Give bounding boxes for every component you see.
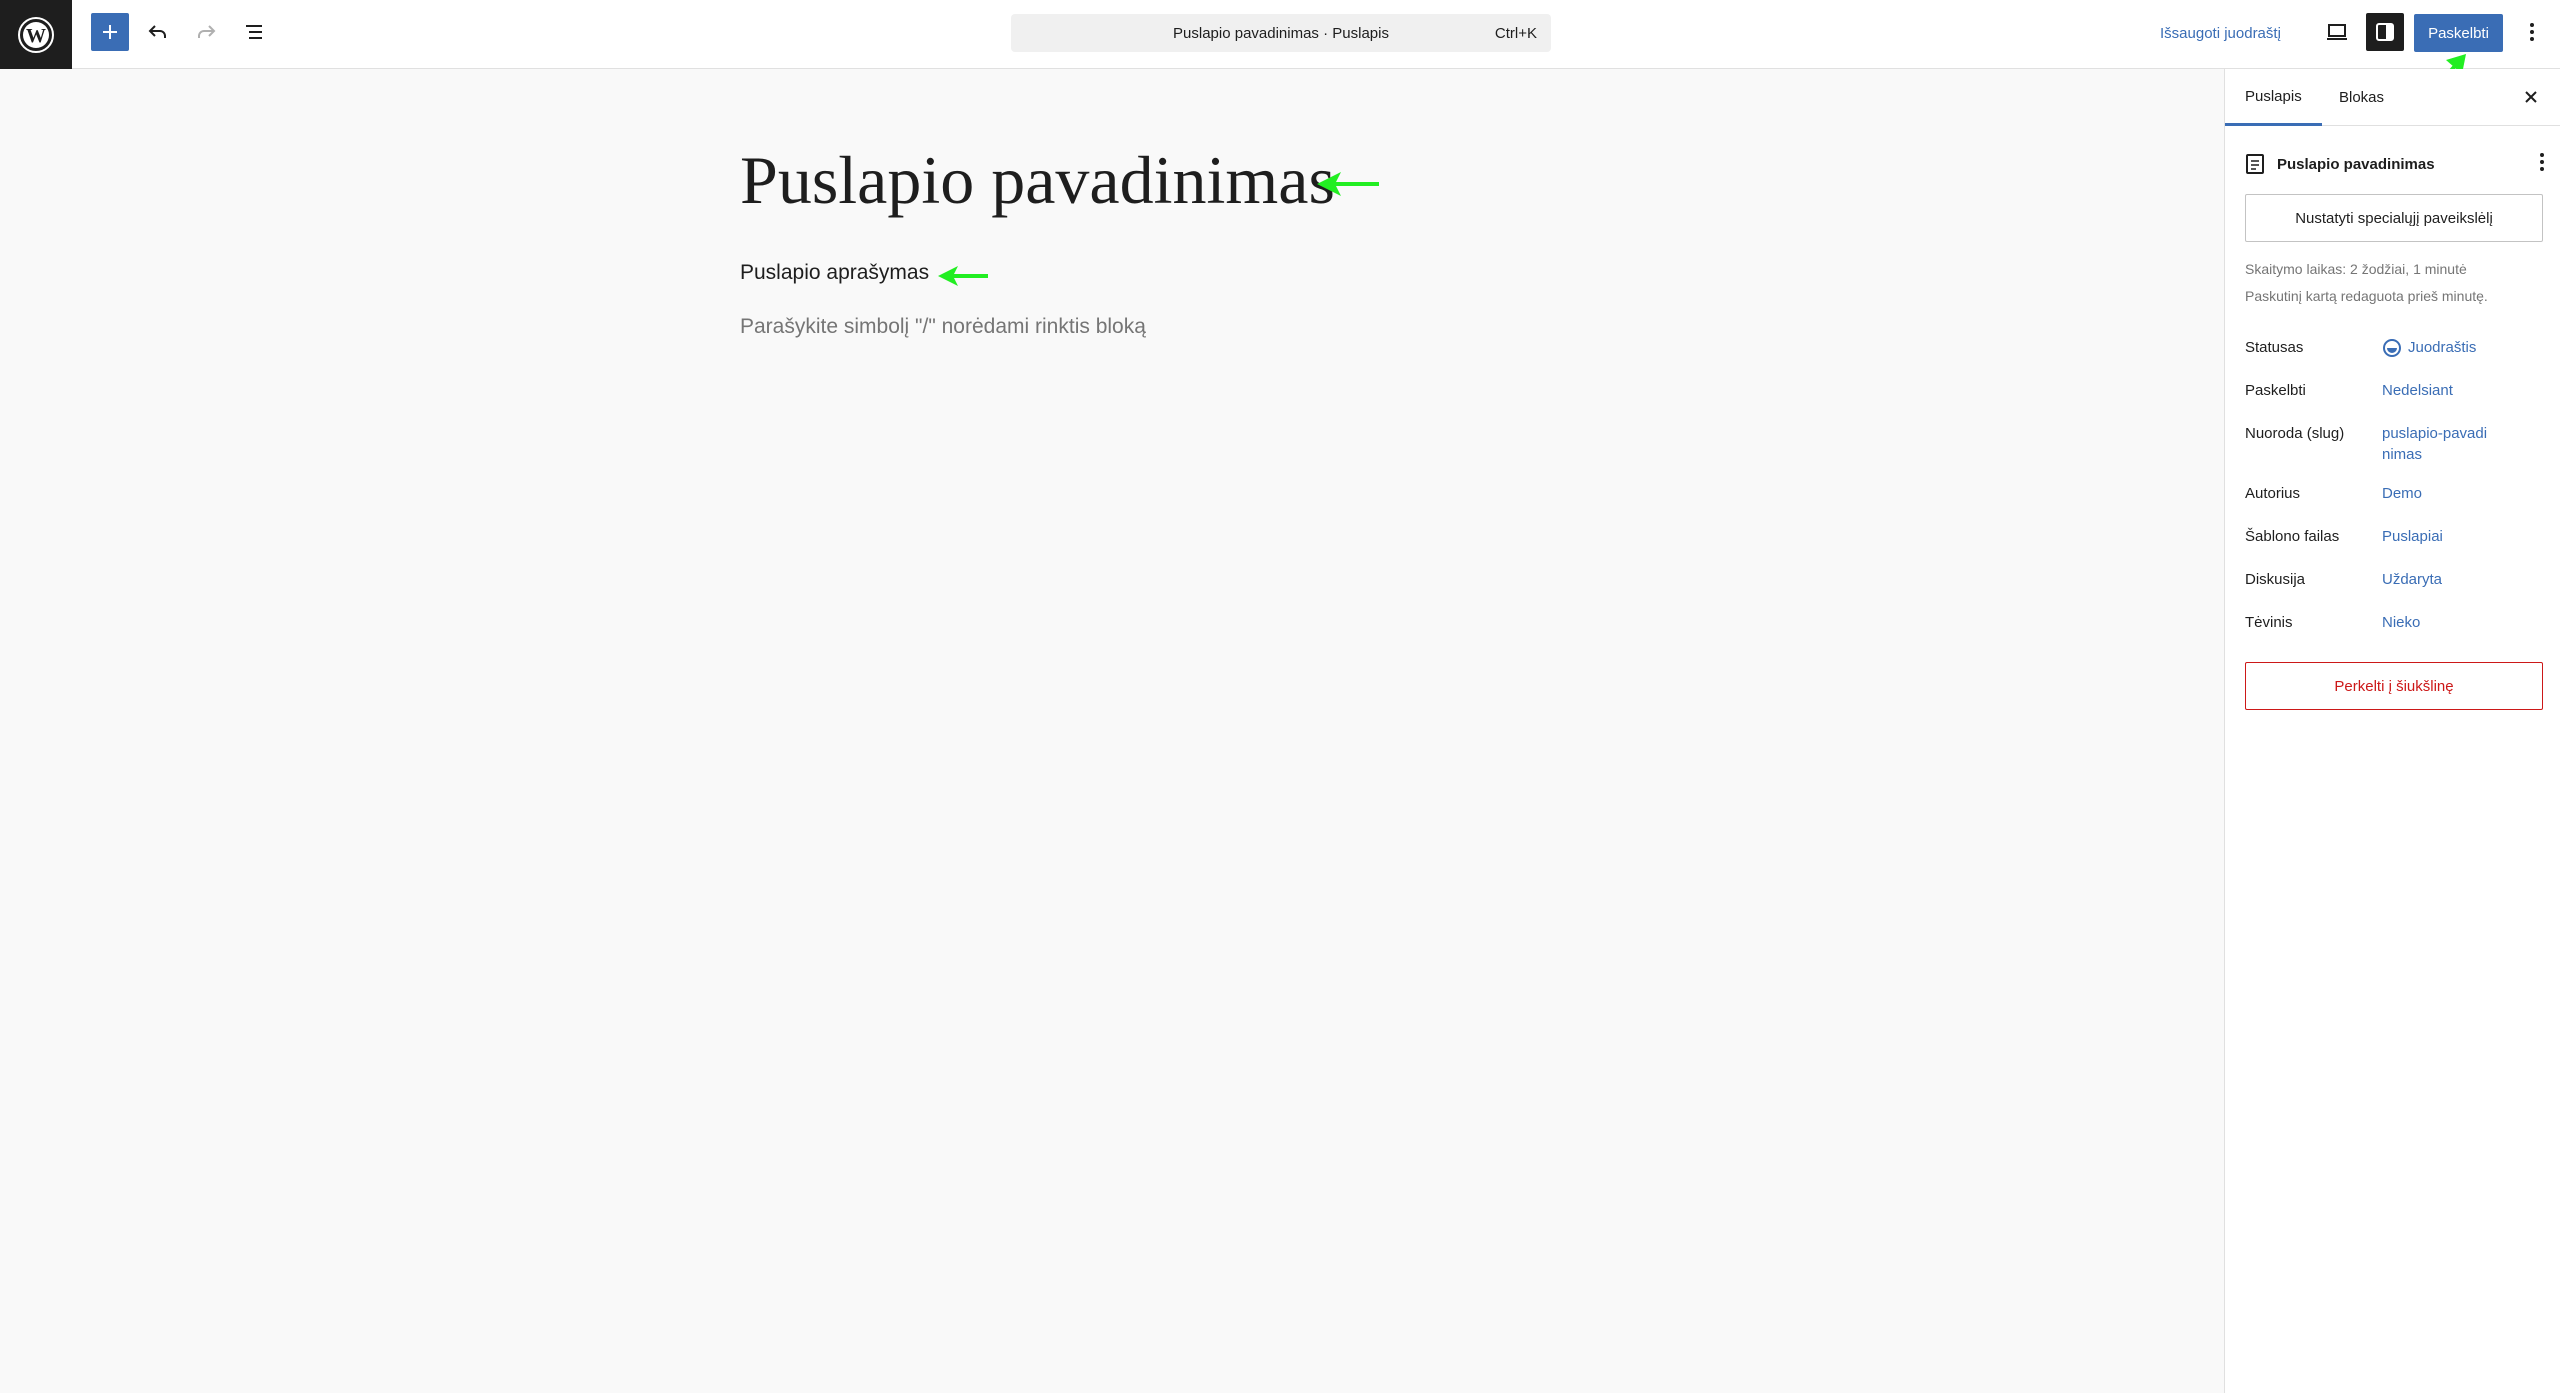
tab-page[interactable]: Puslapis xyxy=(2225,69,2322,126)
options-button[interactable] xyxy=(2514,13,2550,51)
page-description[interactable]: Puslapio aprašymas xyxy=(740,261,929,285)
document-header: Puslapio pavadinimas xyxy=(2245,147,2545,181)
close-icon xyxy=(2525,91,2537,103)
parent-value[interactable]: Nieko xyxy=(2382,612,2420,633)
page-icon xyxy=(2246,154,2264,174)
editor-canvas[interactable]: Puslapio pavadinimas Puslapio aprašymas … xyxy=(0,69,2224,1393)
undo-icon xyxy=(148,25,166,38)
last-edited: Paskutinį kartą redaguota prieš minutę. xyxy=(2245,288,2488,304)
slug-value[interactable]: puslapio-pavadinimas xyxy=(2382,423,2492,465)
svg-text:W: W xyxy=(26,25,46,47)
tab-block[interactable]: Blokas xyxy=(2319,69,2404,126)
reading-time: Skaitymo laikas: 2 žodžiai, 1 minutė xyxy=(2245,261,2467,277)
publish-label: Paskelbti xyxy=(2245,382,2306,399)
status-label: Statusas xyxy=(2245,339,2304,356)
author-label: Autorius xyxy=(2245,485,2301,502)
document-title: Puslapio pavadinimas xyxy=(2277,155,2435,173)
redo-icon xyxy=(198,25,216,38)
document-actions-button[interactable] xyxy=(2539,151,2545,178)
template-label: Šablono failas xyxy=(2245,528,2340,545)
preview-button[interactable] xyxy=(2318,13,2356,51)
redo-button[interactable] xyxy=(187,13,225,51)
wordpress-logo-icon[interactable]: W xyxy=(0,0,72,69)
command-shortcut: Ctrl+K xyxy=(1494,24,1537,42)
close-sidebar-button[interactable] xyxy=(2513,79,2549,115)
move-to-trash-button[interactable]: Perkelti į šiukšlinę xyxy=(2245,662,2543,710)
list-view-icon xyxy=(246,25,262,39)
annotation-arrow-icon xyxy=(1317,172,1379,196)
slug-label: Nuoroda (slug) xyxy=(2245,425,2345,442)
command-bar-title: Puslapio pavadinimas · Puslapis xyxy=(1173,24,1389,42)
publish-button[interactable]: Paskelbti xyxy=(2414,14,2503,52)
annotation-arrow-icon xyxy=(938,266,988,286)
page-title[interactable]: Puslapio pavadinimas xyxy=(740,141,1335,220)
discussion-value[interactable]: Uždaryta xyxy=(2382,569,2442,590)
set-featured-image-button[interactable]: Nustatyti specialųjį paveikslėlį xyxy=(2245,194,2543,242)
editor-top-bar: W Puslapio pavadinimas · Puslapis Ctrl+K… xyxy=(0,0,2560,69)
block-inserter-button[interactable] xyxy=(91,13,129,51)
command-palette-bar[interactable]: Puslapio pavadinimas · Puslapis Ctrl+K xyxy=(1011,14,1551,52)
discussion-label: Diskusija xyxy=(2245,571,2306,588)
template-value[interactable]: Puslapiai xyxy=(2382,526,2443,547)
sidebar-tabs: Puslapis Blokas xyxy=(2225,69,2560,126)
status-value-text: Juodraštis xyxy=(2408,339,2477,356)
save-draft-button[interactable]: Išsaugoti juodraštį xyxy=(2160,14,2281,52)
parent-label: Tėvinis xyxy=(2245,614,2293,631)
author-value[interactable]: Demo xyxy=(2382,483,2422,504)
status-value[interactable]: Juodraštis xyxy=(2382,337,2476,358)
more-vertical-icon xyxy=(2530,23,2534,41)
plus-icon xyxy=(103,25,117,39)
draft-status-icon xyxy=(2383,338,2401,357)
desktop-icon xyxy=(2327,24,2347,40)
sidebar-icon xyxy=(2376,23,2394,41)
settings-sidebar: Puslapis Blokas Puslapio pavadinimas Nus… xyxy=(2224,69,2560,1393)
more-vertical-icon xyxy=(2540,153,2544,171)
block-placeholder[interactable]: Parašykite simbolį "/" norėdami rinktis … xyxy=(740,315,1146,339)
document-overview-button[interactable] xyxy=(235,13,273,51)
settings-toggle-button[interactable] xyxy=(2366,13,2404,51)
undo-button[interactable] xyxy=(139,13,177,51)
publish-value[interactable]: Nedelsiant xyxy=(2382,380,2453,401)
